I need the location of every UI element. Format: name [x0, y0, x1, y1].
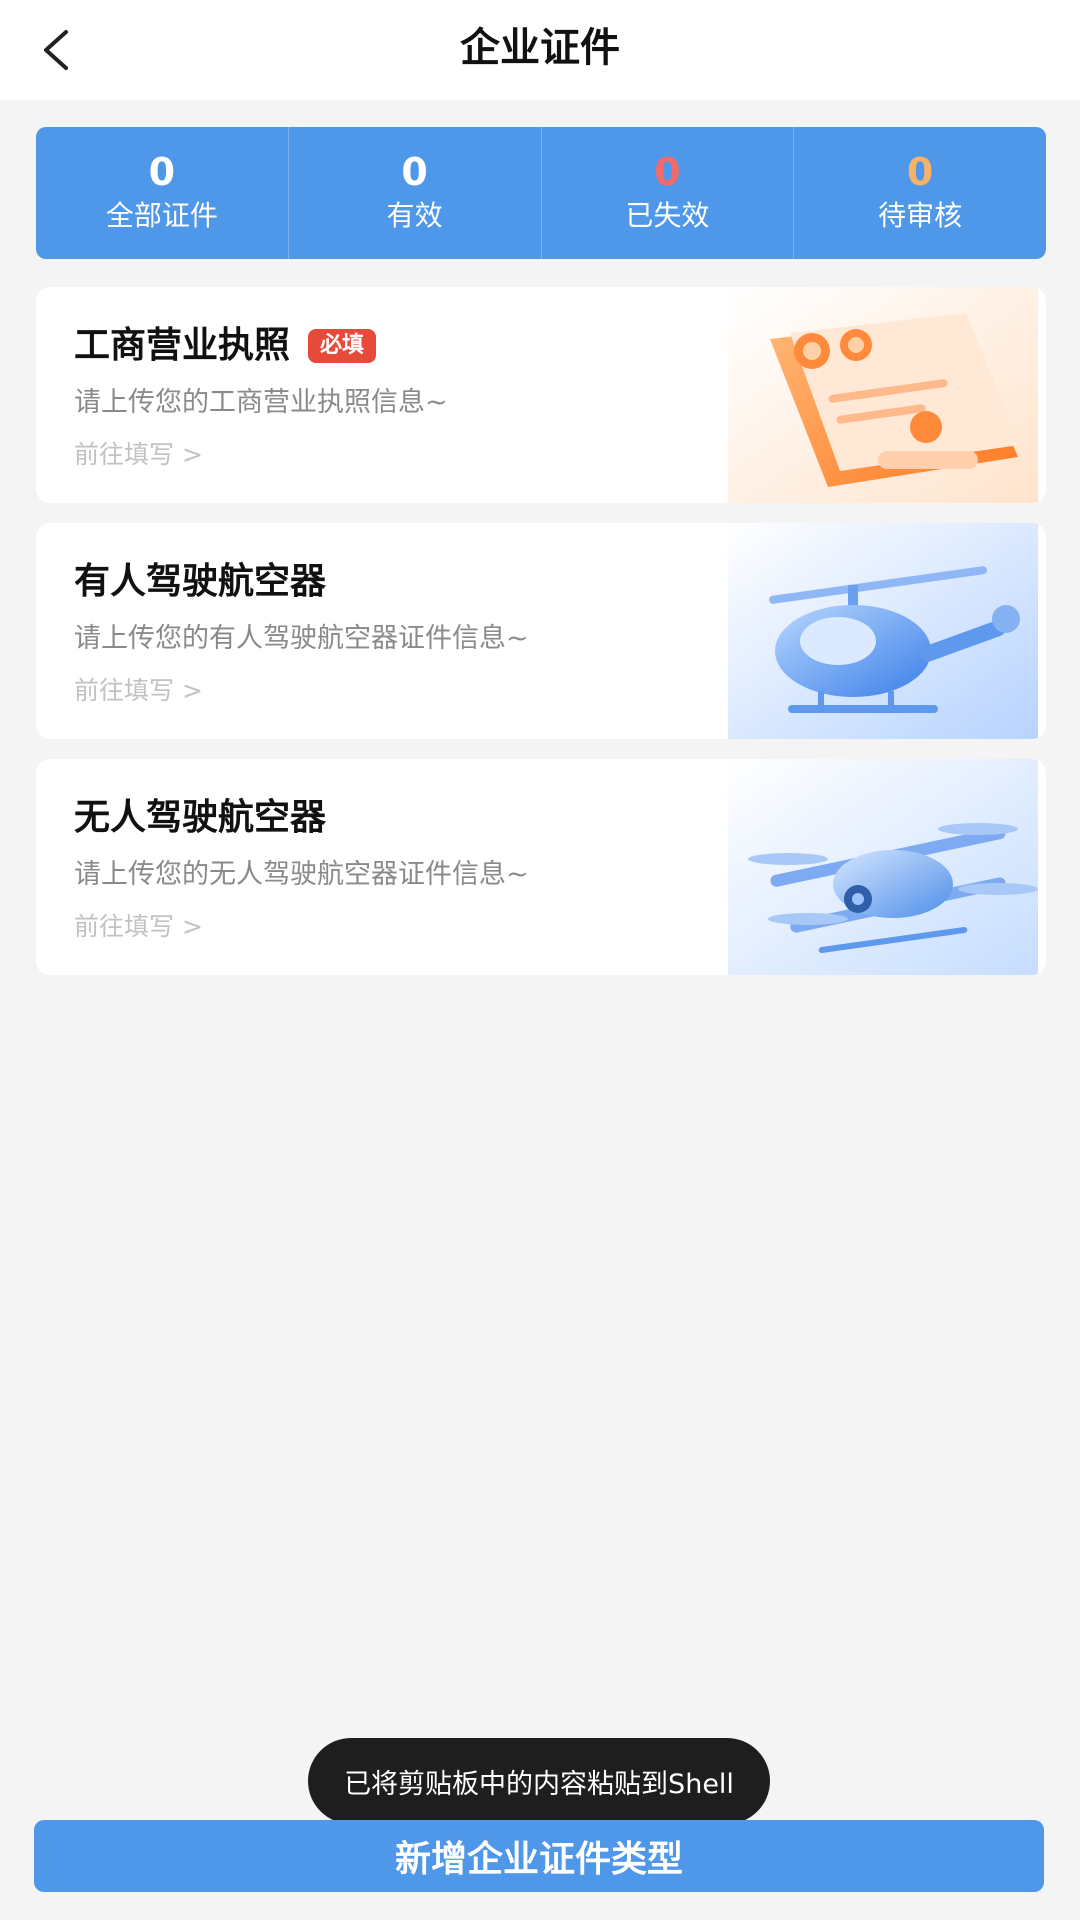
stat-all[interactable]: 0 全部证件 — [36, 127, 289, 259]
card-unmanned-aircraft[interactable]: 无人驾驶航空器 请上传您的无人驾驶航空器证件信息~ 前往填写 > — [36, 759, 1046, 975]
card-description: 请上传您的工商营业执照信息~ — [74, 387, 448, 418]
card-title: 有人驾驶航空器 — [74, 561, 327, 602]
helicopter-icon — [728, 523, 1038, 739]
add-certificate-type-button[interactable]: 新增企业证件类型 — [34, 1820, 1044, 1892]
stat-label: 待审核 — [878, 199, 963, 232]
card-title: 工商营业执照 — [74, 325, 291, 366]
stat-value: 0 — [654, 150, 681, 194]
drone-icon — [728, 759, 1038, 975]
stat-value: 0 — [906, 150, 934, 194]
go-fill-link[interactable]: 前往填写 > — [74, 673, 203, 709]
page-title: 企业证件 — [460, 25, 620, 71]
card-title-row: 有人驾驶航空器 — [74, 557, 326, 607]
stat-value: 0 — [148, 150, 176, 194]
stats-bar: 0 全部证件 0 有效 0 已失效 0 待审核 — [36, 127, 1046, 259]
app-header: 企业证件 — [0, 0, 1080, 100]
business-license-icon — [728, 287, 1038, 503]
stat-pending[interactable]: 0 待审核 — [794, 127, 1046, 259]
toast-message: 已将剪贴板中的内容粘贴到Shell — [308, 1738, 770, 1824]
card-business-license[interactable]: 工商营业执照 必填 请上传您的工商营业执照信息~ 前往填写 > — [36, 287, 1046, 503]
card-title-row: 工商营业执照 必填 — [74, 321, 377, 371]
stat-label: 有效 — [386, 199, 443, 232]
go-fill-link[interactable]: 前往填写 > — [74, 909, 203, 945]
card-description: 请上传您的有人驾驶航空器证件信息~ — [74, 623, 529, 654]
card-manned-aircraft[interactable]: 有人驾驶航空器 请上传您的有人驾驶航空器证件信息~ 前往填写 > — [36, 523, 1046, 739]
screen: 企业证件 0 全部证件 0 有效 0 已失效 0 待审核 工商营业执照 必填 请… — [0, 0, 1080, 1920]
go-fill-link[interactable]: 前往填写 > — [74, 437, 203, 473]
card-description: 请上传您的无人驾驶航空器证件信息~ — [74, 859, 529, 890]
stat-label: 全部证件 — [105, 199, 218, 232]
stat-expired[interactable]: 0 已失效 — [542, 127, 795, 259]
stat-valid[interactable]: 0 有效 — [289, 127, 542, 259]
card-title-row: 无人驾驶航空器 — [74, 793, 326, 843]
stat-label: 已失效 — [625, 199, 710, 232]
required-badge: 必填 — [308, 329, 377, 363]
stat-value: 0 — [401, 150, 428, 194]
card-title: 无人驾驶航空器 — [74, 797, 327, 838]
